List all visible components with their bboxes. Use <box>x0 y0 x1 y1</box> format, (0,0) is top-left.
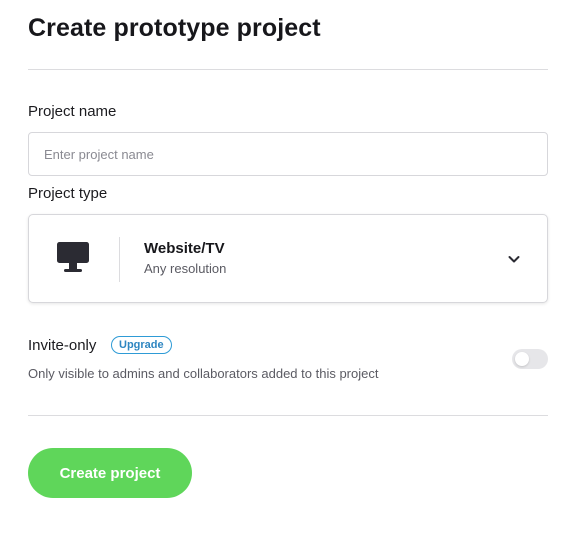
toggle-knob <box>515 352 529 366</box>
upgrade-badge[interactable]: Upgrade <box>111 336 172 354</box>
invite-only-description: Only visible to admins and collaborators… <box>28 366 379 381</box>
selected-option-subtitle: Any resolution <box>144 261 227 276</box>
project-name-input[interactable] <box>28 132 548 176</box>
header-divider <box>28 69 548 70</box>
project-type-label: Project type <box>28 185 108 202</box>
chevron-down-icon[interactable] <box>506 251 522 267</box>
create-project-button[interactable]: Create project <box>28 448 192 498</box>
project-name-label: Project name <box>28 103 117 120</box>
monitor-icon <box>57 242 89 272</box>
option-separator <box>119 237 120 282</box>
dialog-title: Create prototype project <box>28 14 321 42</box>
invite-only-label: Invite-only <box>28 337 97 354</box>
invite-only-toggle[interactable] <box>512 349 548 369</box>
selected-option-title: Website/TV <box>144 240 225 257</box>
project-type-select[interactable]: Website/TV Any resolution <box>28 214 548 303</box>
footer-divider <box>28 415 548 416</box>
